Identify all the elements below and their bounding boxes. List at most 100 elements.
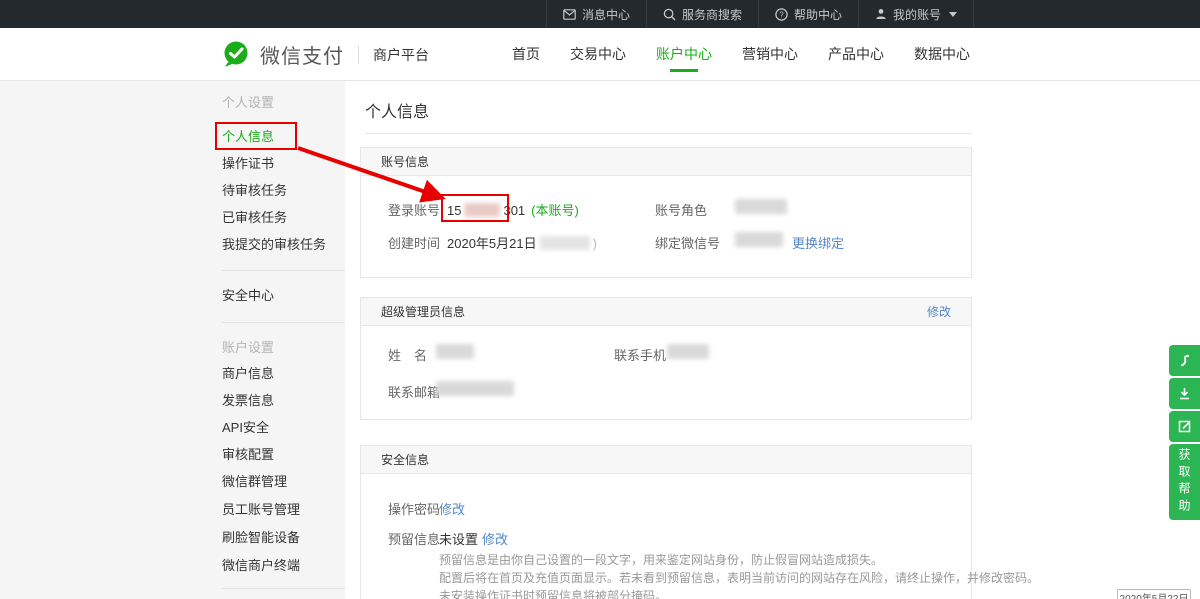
sidebar-item-invoice-info[interactable]: 发票信息 — [222, 393, 274, 409]
brand-name: 微信支付 — [260, 40, 344, 69]
search-icon — [663, 8, 676, 21]
nav-home[interactable]: 首页 — [512, 28, 540, 80]
sidebar-item-review-config[interactable]: 审核配置 — [222, 447, 274, 463]
wechat-pay-logo-icon — [222, 41, 252, 68]
message-center-menu-item[interactable]: 消息中心 — [546, 0, 646, 28]
masked-wechat-id — [735, 232, 783, 247]
sidebar-item-operation-cert[interactable]: 操作证书 — [222, 156, 274, 172]
my-account-label: 我的账号 — [893, 6, 941, 23]
mail-icon — [563, 9, 576, 20]
admin-phone-label: 联系手机 — [614, 345, 666, 364]
masked-admin-email — [436, 381, 514, 396]
masked-account-role — [735, 199, 787, 214]
operation-password-label: 操作密码 — [388, 499, 440, 518]
feedback-button[interactable] — [1169, 411, 1200, 442]
sidebar-divider — [222, 322, 345, 323]
brand[interactable]: 微信支付 商户平台 — [222, 40, 429, 69]
title-divider — [365, 133, 972, 134]
security-info-section-header: 安全信息 — [361, 446, 971, 474]
sidebar-item-merchant-info[interactable]: 商户信息 — [222, 366, 274, 382]
service-provider-search-label: 服务商搜索 — [682, 6, 742, 23]
sidebar-item-staff-account-mgmt[interactable]: 员工账号管理 — [222, 502, 300, 518]
bound-wechat-label: 绑定微信号 — [655, 233, 720, 252]
download-button[interactable] — [1169, 378, 1200, 409]
super-admin-section: 超级管理员信息 修改 姓 名 联系手机 联系邮箱 — [360, 297, 972, 420]
account-info-section-header: 账号信息 — [361, 148, 971, 176]
super-admin-title: 超级管理员信息 — [381, 298, 465, 326]
admin-email-label: 联系邮箱 — [388, 382, 440, 401]
security-info-section: 安全信息 操作密码 修改 预留信息 未设置 修改 预留信息是由你自己设置的一段文… — [360, 445, 972, 599]
sidebar-item-wechat-merchant-terminal[interactable]: 微信商户终端 — [222, 558, 300, 574]
contact-service-button[interactable] — [1169, 345, 1200, 376]
account-info-title: 账号信息 — [381, 148, 429, 176]
question-icon: ? — [775, 8, 788, 21]
current-account-tag: (本账号) — [531, 203, 579, 218]
super-admin-section-header: 超级管理员信息 修改 — [361, 298, 971, 326]
help-center-label: 帮助中心 — [794, 6, 842, 23]
sidebar-group-personal-settings: 个人设置 — [222, 95, 274, 111]
created-date: 2020年5月21日 — [447, 236, 537, 251]
security-info-title: 安全信息 — [381, 446, 429, 474]
get-help-button[interactable]: 获取帮助 — [1169, 444, 1200, 520]
service-provider-search-menu-item[interactable]: 服务商搜索 — [646, 0, 758, 28]
operation-password-modify-link[interactable]: 修改 — [439, 499, 465, 518]
svg-text:?: ? — [779, 10, 784, 19]
sidebar-group-account-settings: 账户设置 — [222, 340, 274, 356]
page-title: 个人信息 — [365, 98, 429, 122]
sidebar-item-wechat-group-mgmt[interactable]: 微信群管理 — [222, 474, 287, 490]
security-info-body: 操作密码 修改 预留信息 未设置 修改 预留信息是由你自己设置的一段文字，用来鉴… — [361, 474, 971, 599]
help-center-menu-item[interactable]: ? 帮助中心 — [758, 0, 858, 28]
sidebar-item-my-submitted-tasks[interactable]: 我提交的审核任务 — [222, 237, 326, 253]
description-line-3: 未安装操作证书时预留信息将被部分掩码。 — [439, 587, 1039, 599]
header: 微信支付 商户平台 首页 交易中心 账户中心 营销中心 产品中心 数据中心 — [0, 28, 1200, 81]
topbar: 消息中心 服务商搜索 ? 帮助中心 我的账号 — [0, 0, 1200, 28]
portal-name: 商户平台 — [373, 45, 429, 65]
description-line-1: 预留信息是由你自己设置的一段文字，用来鉴定网站身份，防止假冒网站造成损失。 — [439, 551, 1039, 569]
download-icon — [1177, 386, 1192, 401]
reserved-info-modify-link[interactable]: 修改 — [482, 529, 508, 548]
created-paren: ) — [593, 236, 597, 251]
sidebar-item-reviewed-tasks[interactable]: 已审核任务 — [222, 210, 287, 226]
super-admin-body: 姓 名 联系手机 联系邮箱 — [361, 326, 971, 419]
masked-admin-phone — [667, 344, 709, 359]
date-tooltip: 2020年5月22日 — [1117, 589, 1191, 599]
sidebar-divider — [222, 588, 345, 589]
login-account-prefix: 15 — [447, 203, 461, 218]
sidebar-divider — [222, 270, 345, 271]
super-admin-modify-link[interactable]: 修改 — [927, 298, 951, 326]
my-account-menu-item[interactable]: 我的账号 — [858, 0, 974, 28]
login-account-suffix: 301 — [503, 203, 525, 218]
rebind-wechat-link[interactable]: 更换绑定 — [792, 233, 844, 252]
sidebar-item-api-security[interactable]: API安全 — [222, 420, 269, 436]
account-role-label: 账号角色 — [655, 200, 707, 219]
account-info-body: 登录账号 15301(本账号) 账号角色 创建时间 2020年5月21日) 绑定… — [361, 176, 971, 277]
edit-icon — [1177, 419, 1192, 434]
wechat-pay-merchant-portal: 消息中心 服务商搜索 ? 帮助中心 我的账号 微信 — [0, 0, 1200, 599]
reserved-info-label: 预留信息 — [388, 529, 440, 548]
user-icon — [875, 8, 887, 20]
sidebar-item-security-center[interactable]: 安全中心 — [222, 288, 274, 304]
reserved-info-status: 未设置 — [439, 529, 478, 548]
floating-help-bar: 获取帮助 — [1169, 345, 1200, 520]
masked-login-digits — [464, 203, 500, 217]
sidebar-item-pending-review-tasks[interactable]: 待审核任务 — [222, 183, 287, 199]
main-nav: 首页 交易中心 账户中心 营销中心 产品中心 数据中心 — [512, 28, 970, 80]
nav-product-center[interactable]: 产品中心 — [828, 28, 884, 80]
chevron-down-icon — [949, 12, 957, 17]
masked-admin-name — [436, 344, 474, 359]
created-time-value: 2020年5月21日) — [447, 233, 597, 252]
hook-icon — [1177, 353, 1192, 368]
nav-account-center[interactable]: 账户中心 — [656, 28, 712, 80]
nav-trade-center[interactable]: 交易中心 — [570, 28, 626, 80]
message-center-label: 消息中心 — [582, 6, 630, 23]
nav-data-center[interactable]: 数据中心 — [914, 28, 970, 80]
sidebar-item-personal-info[interactable]: 个人信息 — [222, 129, 274, 145]
login-account-value: 15 301 (本账号) — [447, 200, 579, 219]
admin-name-label: 姓 名 — [388, 345, 427, 364]
brand-divider — [358, 46, 359, 64]
topbar-menu: 消息中心 服务商搜索 ? 帮助中心 我的账号 — [546, 0, 974, 28]
created-time-label: 创建时间 — [388, 233, 440, 252]
sidebar: 个人设置 个人信息 操作证书 待审核任务 已审核任务 我提交的审核任务 安全中心… — [0, 81, 345, 599]
nav-marketing-center[interactable]: 营销中心 — [742, 28, 798, 80]
sidebar-item-face-pay-device[interactable]: 刷脸智能设备 — [222, 530, 300, 546]
